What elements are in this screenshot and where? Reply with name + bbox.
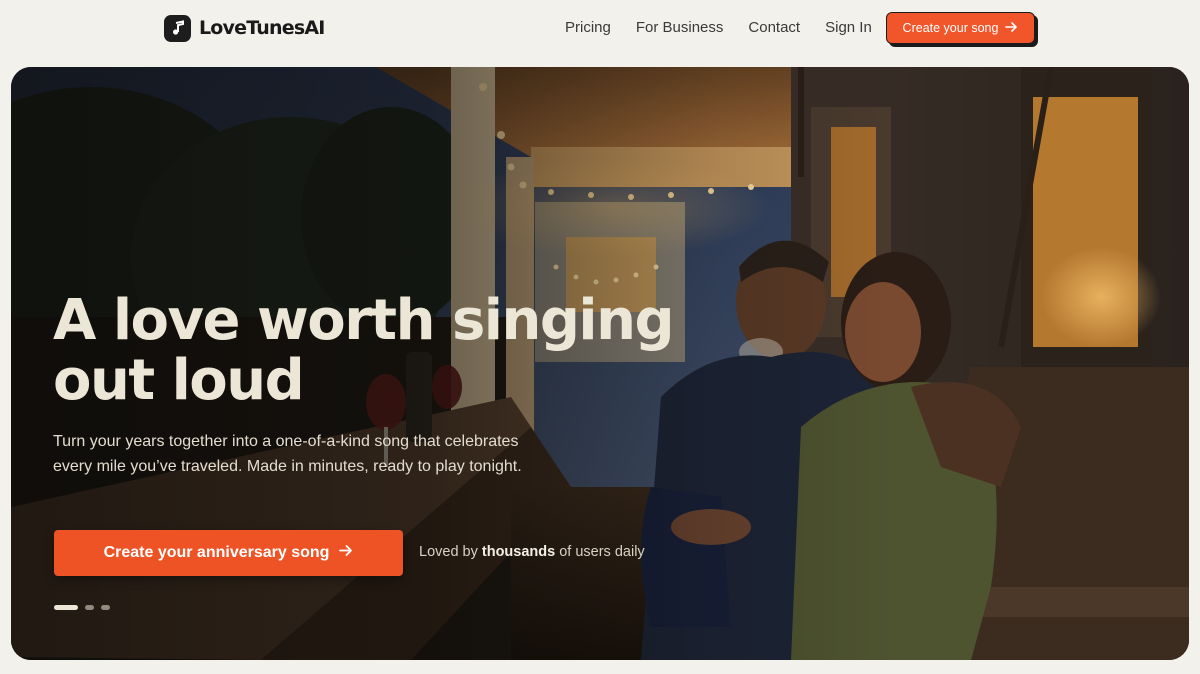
create-song-label: Create your song [902, 21, 999, 35]
carousel-indicators [54, 605, 110, 610]
nav-link-sign-in[interactable]: Sign In [825, 18, 872, 38]
hero-headline-line-2: out loud [53, 348, 305, 413]
hero-headline-line-1: A love worth singing [53, 288, 675, 353]
carousel-dot-3[interactable] [101, 605, 110, 610]
arrow-right-icon [339, 544, 353, 562]
hero-section: A love worth singing out loud Turn your … [11, 67, 1189, 660]
hero-subtext: Turn your years together into a one-of-a… [53, 433, 522, 475]
create-song-button[interactable]: Create your song [886, 12, 1035, 44]
create-anniversary-song-label: Create your anniversary song [103, 544, 330, 561]
social-proof-highlight: thousands [481, 544, 556, 560]
hero-headline: A love worth singing out loud [53, 291, 713, 411]
nav-link-contact[interactable]: Contact [748, 18, 800, 38]
social-proof-text: Loved by thousands of users daily [419, 544, 645, 560]
nav-link-for-business[interactable]: For Business [636, 18, 724, 38]
top-navigation: LoveTunesAI Pricing For Business Contact… [0, 0, 1200, 56]
arrow-right-icon [1005, 21, 1018, 36]
nav-link-pricing[interactable]: Pricing [565, 18, 611, 38]
brand-name: LoveTunesAI [199, 17, 325, 39]
social-proof-suffix: of users daily [555, 544, 645, 560]
create-anniversary-song-button[interactable]: Create your anniversary song [54, 530, 403, 576]
carousel-dot-2[interactable] [85, 605, 94, 610]
nav-links: Pricing For Business Contact Sign In [565, 18, 897, 38]
social-proof-prefix: Loved by [419, 544, 482, 560]
music-note-icon [164, 14, 191, 42]
carousel-dot-1[interactable] [54, 605, 78, 610]
brand-logo-link[interactable]: LoveTunesAI [164, 14, 325, 42]
